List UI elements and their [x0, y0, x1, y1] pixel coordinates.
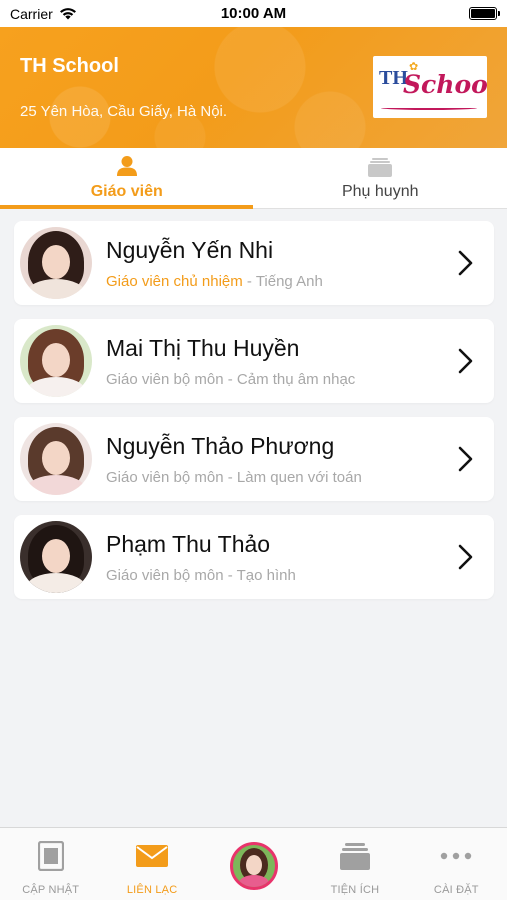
card-stack-icon: [368, 155, 393, 177]
teacher-info: Phạm Thu Thảo Giáo viên bộ môn - Tạo hìn…: [106, 531, 494, 584]
teacher-row[interactable]: Mai Thị Thu Huyền Giáo viên bộ môn - Cảm…: [14, 319, 494, 403]
teacher-list: Nguyễn Yến Nhi Giáo viên chủ nhiệm - Tiế…: [14, 221, 494, 613]
tab-parents[interactable]: Phụ huynh: [254, 148, 507, 208]
role-separator: -: [223, 370, 237, 388]
teacher-info: Nguyễn Thảo Phương Giáo viên bộ môn - Là…: [106, 433, 494, 486]
chevron-right-icon: [458, 250, 473, 276]
nav-updates[interactable]: CẬP NHẬT: [0, 828, 101, 900]
envelope-icon: [136, 842, 169, 870]
profile-avatar: [229, 842, 278, 890]
nav-settings-label: CÀI ĐẶT: [433, 884, 479, 896]
nav-updates-label: CẬP NHẬT: [22, 884, 80, 896]
role-separator: -: [242, 272, 256, 290]
teacher-info: Mai Thị Thu Huyền Giáo viên bộ môn - Cảm…: [106, 335, 494, 388]
bottom-nav: CẬP NHẬT LIÊN LẠC TIỆN ÍCH CÀI ĐẶT: [0, 827, 507, 900]
teacher-role: Giáo viên chủ nhiệm: [106, 272, 243, 290]
more-dots-icon: [440, 842, 472, 870]
active-tab-indicator: [0, 205, 253, 209]
teacher-row[interactable]: Phạm Thu Thảo Giáo viên bộ môn - Tạo hìn…: [14, 515, 494, 599]
logo-swoosh: [381, 106, 477, 110]
nav-settings[interactable]: CÀI ĐẶT: [406, 828, 507, 900]
teacher-role-line: Giáo viên bộ môn - Làm quen với toán: [106, 469, 494, 486]
teacher-avatar: [20, 423, 92, 495]
teacher-role-line: Giáo viên chủ nhiệm - Tiếng Anh: [106, 273, 494, 290]
nav-contact[interactable]: LIÊN LẠC: [101, 828, 202, 900]
chevron-right-icon: [458, 348, 473, 374]
tab-parents-label: Phụ huynh: [341, 183, 419, 200]
teacher-name: Nguyễn Yến Nhi: [106, 236, 274, 263]
teacher-subject: Tạo hình: [236, 566, 296, 584]
teacher-subject: Cảm thụ âm nhạc: [236, 370, 356, 388]
nav-profile[interactable]: [203, 828, 304, 900]
teacher-subject: Làm quen với toán: [236, 468, 362, 486]
teacher-role: Giáo viên bộ môn: [106, 370, 224, 388]
teacher-avatar: [20, 521, 92, 593]
tab-bar: Giáo viên Phụ huynh: [0, 148, 507, 209]
nav-utilities[interactable]: TIỆN ÍCH: [304, 828, 405, 900]
chevron-right-icon: [458, 544, 473, 570]
carrier-label: Carrier: [10, 5, 53, 22]
clock: 10:00 AM: [220, 5, 287, 22]
logo-text-school: School: [403, 70, 487, 99]
wifi-icon: [59, 8, 76, 20]
role-separator: -: [223, 566, 237, 584]
teacher-name: Nguyễn Thảo Phương: [106, 432, 335, 459]
card-stack-icon: [339, 842, 370, 870]
chevron-right-icon: [458, 446, 473, 472]
battery-icon: [469, 7, 500, 20]
teacher-avatar: [20, 325, 92, 397]
teacher-role: Giáo viên bộ môn: [106, 468, 224, 486]
tab-teachers[interactable]: Giáo viên: [0, 148, 254, 208]
teacher-role-line: Giáo viên bộ môn - Cảm thụ âm nhạc: [106, 371, 494, 388]
school-header: TH School 25 Yên Hòa, Cầu Giấy, Hà Nội. …: [0, 27, 507, 148]
news-icon: [37, 841, 64, 871]
nav-utilities-label: TIỆN ÍCH: [330, 884, 380, 896]
teacher-role: Giáo viên bộ môn: [106, 566, 224, 584]
nav-contact-label: LIÊN LẠC: [126, 884, 178, 896]
teacher-row[interactable]: Nguyễn Thảo Phương Giáo viên bộ môn - Là…: [14, 417, 494, 501]
teacher-info: Nguyễn Yến Nhi Giáo viên chủ nhiệm - Tiế…: [106, 237, 494, 290]
school-name: TH School: [20, 55, 119, 77]
school-logo: TH ✿ School: [373, 56, 487, 118]
teacher-role-line: Giáo viên bộ môn - Tạo hình: [106, 567, 494, 584]
tab-teachers-label: Giáo viên: [90, 183, 163, 200]
person-icon: [116, 155, 138, 177]
role-separator: -: [223, 468, 237, 486]
status-bar: Carrier 10:00 AM: [0, 0, 507, 27]
status-left: Carrier: [10, 6, 77, 22]
teacher-name: Phạm Thu Thảo: [106, 530, 271, 557]
teacher-row[interactable]: Nguyễn Yến Nhi Giáo viên chủ nhiệm - Tiế…: [14, 221, 494, 305]
teacher-name: Mai Thị Thu Huyền: [106, 334, 300, 361]
school-address: 25 Yên Hòa, Cầu Giấy, Hà Nội.: [20, 103, 228, 120]
teacher-avatar: [20, 227, 92, 299]
teacher-subject: Tiếng Anh: [255, 272, 323, 290]
